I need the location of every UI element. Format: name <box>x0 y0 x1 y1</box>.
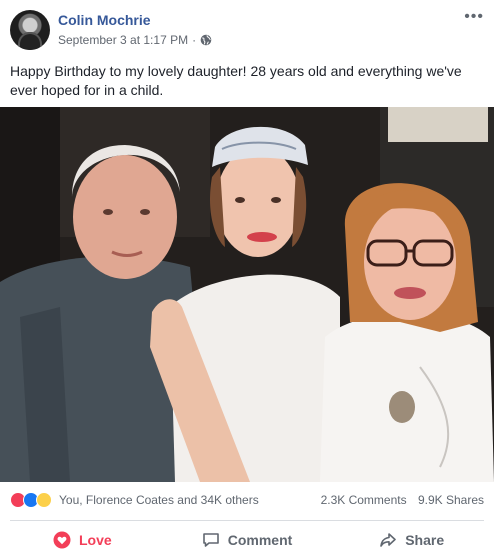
comment-button[interactable]: Comment <box>165 522 330 558</box>
post-photo[interactable] <box>0 107 494 482</box>
post-text: Happy Birthday to my lovely daughter! 28… <box>10 63 462 98</box>
globe-icon[interactable] <box>200 34 212 46</box>
reaction-icons[interactable] <box>10 492 52 508</box>
post-timestamp[interactable]: September 3 at 1:17 PM <box>58 33 188 47</box>
photo-illustration <box>0 107 494 482</box>
love-button-label: Love <box>78 532 112 548</box>
share-icon <box>380 533 397 547</box>
comment-icon <box>202 533 219 547</box>
meta-separator: · <box>192 33 197 47</box>
shares-count[interactable]: 9.9K Shares <box>418 493 484 507</box>
reactions-bar: You, Florence Coates and 34K others 2.3K… <box>10 488 484 512</box>
wow-reaction-icon <box>36 492 52 508</box>
comment-button-label: Comment <box>227 532 293 548</box>
heart-icon <box>53 531 71 549</box>
share-button[interactable]: Share <box>329 522 494 558</box>
actions-divider <box>10 520 484 521</box>
facebook-post-card: Colin Mochrie September 3 at 1:17 PM · •… <box>0 0 494 558</box>
author-name[interactable]: Colin Mochrie <box>58 12 151 28</box>
author-avatar[interactable] <box>10 10 50 50</box>
engagement-counts: 2.3K Comments 9.9K Shares <box>321 493 484 507</box>
share-button-label: Share <box>405 532 445 548</box>
more-options-icon[interactable]: ••• <box>464 9 484 25</box>
post-header: Colin Mochrie September 3 at 1:17 PM · •… <box>10 9 484 54</box>
reactions-summary[interactable]: You, Florence Coates and 34K others <box>59 493 259 507</box>
comments-count[interactable]: 2.3K Comments <box>321 493 407 507</box>
post-meta: September 3 at 1:17 PM · <box>58 33 212 47</box>
love-button[interactable]: Love <box>0 522 165 558</box>
post-actions: Love Comment Share <box>0 522 494 558</box>
